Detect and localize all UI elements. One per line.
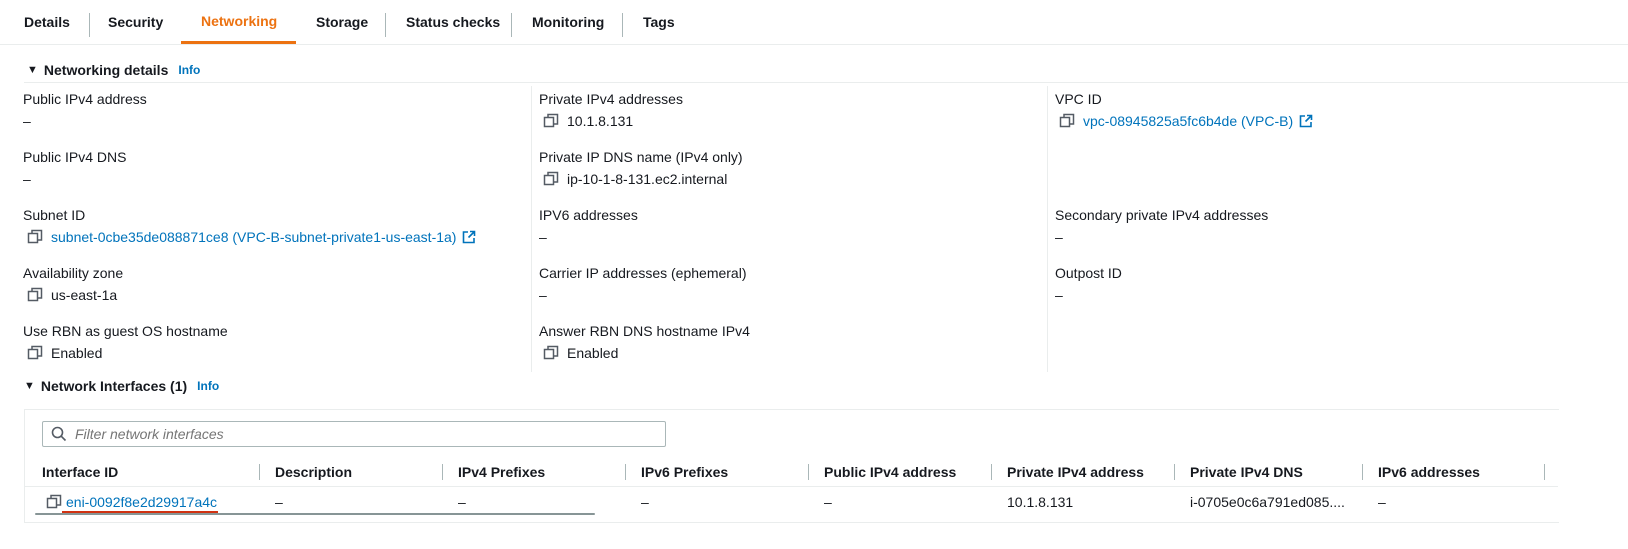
table-cell-ipv6-prefixes: – <box>641 494 649 510</box>
public-dns-value: – <box>23 171 31 187</box>
column-header-private-dns[interactable]: Private IPv4 DNS <box>1190 464 1303 480</box>
rbn-hostname-value: Enabled <box>51 345 103 361</box>
copy-icon[interactable] <box>543 113 559 129</box>
column-header-interface-id[interactable]: Interface ID <box>42 464 118 480</box>
secondary-private-field: Secondary private IPv4 addresses – <box>1055 206 1268 246</box>
external-link-icon[interactable] <box>462 230 476 244</box>
copy-icon[interactable] <box>27 287 43 303</box>
copy-icon[interactable] <box>1059 113 1075 129</box>
rbn-hostname-field: Use RBN as guest OS hostname Enabled <box>23 322 228 362</box>
vpc-id-link[interactable]: vpc-08945825a5fc6b4de (VPC-B) <box>1083 112 1293 130</box>
tab-monitoring[interactable]: Monitoring <box>512 0 624 44</box>
copy-icon[interactable] <box>46 494 62 510</box>
public-ipv4-label: Public IPv4 address <box>23 91 147 107</box>
availability-zone-value: us-east-1a <box>51 287 118 303</box>
subnet-id-field: Subnet ID subnet-0cbe35de088871ce8 (VPC-… <box>23 206 476 246</box>
private-dns-field: Private IP DNS name (IPv4 only) ip-10-1-… <box>539 148 743 188</box>
public-ipv4-field: Public IPv4 address – <box>23 90 147 130</box>
network-interfaces-header[interactable]: ▼ Network Interfaces (1) Info <box>24 378 219 394</box>
table-header-divider <box>25 486 1558 487</box>
networking-details-title: Networking details <box>43 62 169 78</box>
network-interfaces-title: Network Interfaces (1) <box>40 378 188 394</box>
column-separator[interactable] <box>1174 464 1175 480</box>
column-separator[interactable] <box>991 464 992 480</box>
table-cell-interface-id: eni-0092f8e2d29917a4c <box>42 494 217 510</box>
networking-details-info-link[interactable]: Info <box>178 63 200 77</box>
tab-networking[interactable]: Networking <box>181 0 296 44</box>
carrier-ip-value: – <box>539 287 547 303</box>
column-header-private-ipv4[interactable]: Private IPv4 address <box>1007 464 1144 480</box>
ipv6-label: IPV6 addresses <box>539 207 638 223</box>
rbn-dns-field: Answer RBN DNS hostname IPv4 Enabled <box>539 322 750 362</box>
external-link-icon[interactable] <box>1299 114 1313 128</box>
copy-icon[interactable] <box>27 229 43 245</box>
highlight-underline <box>62 511 218 513</box>
column-divider <box>531 86 532 372</box>
column-separator[interactable] <box>625 464 626 480</box>
tab-security[interactable]: Security <box>88 0 183 44</box>
private-ipv4-label: Private IPv4 addresses <box>539 91 683 107</box>
private-ipv4-value: 10.1.8.131 <box>567 113 634 129</box>
horizontal-scrollbar[interactable] <box>35 513 595 515</box>
interface-id-link[interactable]: eni-0092f8e2d29917a4c <box>66 494 217 510</box>
search-icon <box>51 426 67 442</box>
column-separator[interactable] <box>808 464 809 480</box>
copy-icon[interactable] <box>543 345 559 361</box>
column-header-ipv6-prefixes[interactable]: IPv6 Prefixes <box>641 464 728 480</box>
private-dns-label: Private IP DNS name (IPv4 only) <box>539 149 743 165</box>
ipv6-field: IPV6 addresses – <box>539 206 638 246</box>
rbn-dns-value: Enabled <box>567 345 619 361</box>
carrier-ip-label: Carrier IP addresses (ephemeral) <box>539 265 747 281</box>
column-separator[interactable] <box>259 464 260 480</box>
caret-down-icon: ▼ <box>24 380 35 392</box>
tab-bar: Details Security Networking Storage Stat… <box>0 0 1628 45</box>
subnet-id-link[interactable]: subnet-0cbe35de088871ce8 (VPC-B-subnet-p… <box>51 228 456 246</box>
networking-details-header[interactable]: ▼ Networking details Info <box>27 62 200 78</box>
table-cell-private-ipv4: 10.1.8.131 <box>1007 494 1074 510</box>
copy-icon[interactable] <box>543 171 559 187</box>
table-cell-public-ipv4: – <box>824 494 832 510</box>
rbn-hostname-label: Use RBN as guest OS hostname <box>23 323 228 339</box>
rbn-dns-label: Answer RBN DNS hostname IPv4 <box>539 323 750 339</box>
outpost-id-label: Outpost ID <box>1055 265 1122 281</box>
network-interfaces-info-link[interactable]: Info <box>197 379 219 393</box>
secondary-private-label: Secondary private IPv4 addresses <box>1055 207 1269 223</box>
secondary-private-value: – <box>1055 229 1063 245</box>
vpc-id-field: VPC ID vpc-08945825a5fc6b4de (VPC-B) <box>1055 90 1313 130</box>
availability-zone-field: Availability zone us-east-1a <box>23 264 123 304</box>
filter-network-interfaces[interactable] <box>42 421 666 447</box>
column-header-ipv6-addresses[interactable]: IPv6 addresses <box>1378 464 1480 480</box>
column-separator[interactable] <box>1362 464 1363 480</box>
column-divider <box>1047 86 1048 372</box>
tab-details[interactable]: Details <box>4 0 90 44</box>
public-dns-field: Public IPv4 DNS – <box>23 148 126 188</box>
column-header-ipv4-prefixes[interactable]: IPv4 Prefixes <box>458 464 545 480</box>
availability-zone-label: Availability zone <box>23 265 124 281</box>
table-cell-description: – <box>275 494 283 510</box>
divider <box>24 82 1628 83</box>
column-separator[interactable] <box>442 464 443 480</box>
private-dns-value: ip-10-1-8-131.ec2.internal <box>567 171 728 187</box>
vpc-id-label: VPC ID <box>1055 91 1102 107</box>
carrier-ip-field: Carrier IP addresses (ephemeral) – <box>539 264 747 304</box>
tab-tags[interactable]: Tags <box>623 0 695 44</box>
outpost-id-value: – <box>1055 287 1063 303</box>
public-ipv4-value: – <box>23 113 31 129</box>
tab-storage[interactable]: Storage <box>296 0 388 44</box>
column-separator[interactable] <box>1544 464 1545 480</box>
filter-input[interactable] <box>73 425 657 443</box>
outpost-id-field: Outpost ID – <box>1055 264 1122 304</box>
column-header-description[interactable]: Description <box>275 464 352 480</box>
subnet-id-label: Subnet ID <box>23 207 86 223</box>
public-dns-label: Public IPv4 DNS <box>23 149 127 165</box>
ipv6-value: – <box>539 229 547 245</box>
copy-icon[interactable] <box>27 345 43 361</box>
column-header-public-ipv4[interactable]: Public IPv4 address <box>824 464 956 480</box>
table-cell-ipv6-addresses: – <box>1378 494 1386 510</box>
table-cell-private-dns: i-0705e0c6a791ed085.... <box>1190 494 1345 510</box>
tab-status-checks[interactable]: Status checks <box>386 0 520 44</box>
caret-down-icon: ▼ <box>27 64 38 76</box>
private-ipv4-field: Private IPv4 addresses 10.1.8.131 <box>539 90 683 130</box>
table-cell-ipv4-prefixes: – <box>458 494 466 510</box>
